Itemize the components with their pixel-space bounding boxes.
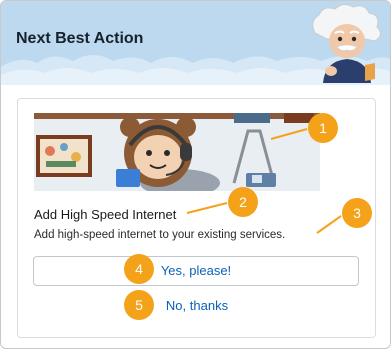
component-header: Next Best Action bbox=[1, 1, 390, 85]
next-best-action-component: Next Best Action Add High Speed Internet… bbox=[0, 0, 391, 349]
offer-description: Add high-speed internet to your existing… bbox=[34, 229, 286, 241]
astro-headset-illustration bbox=[34, 113, 320, 191]
einstein-mascot-icon bbox=[312, 3, 381, 83]
recommendation-image bbox=[34, 113, 320, 191]
accept-button[interactable]: Yes, please! bbox=[33, 256, 359, 286]
offer-title: Add High Speed Internet bbox=[34, 207, 177, 222]
component-title: Next Best Action bbox=[16, 30, 144, 47]
recommendation-card: Add High Speed Internet Add high-speed i… bbox=[17, 98, 376, 338]
reject-link[interactable]: No, thanks bbox=[122, 296, 272, 316]
